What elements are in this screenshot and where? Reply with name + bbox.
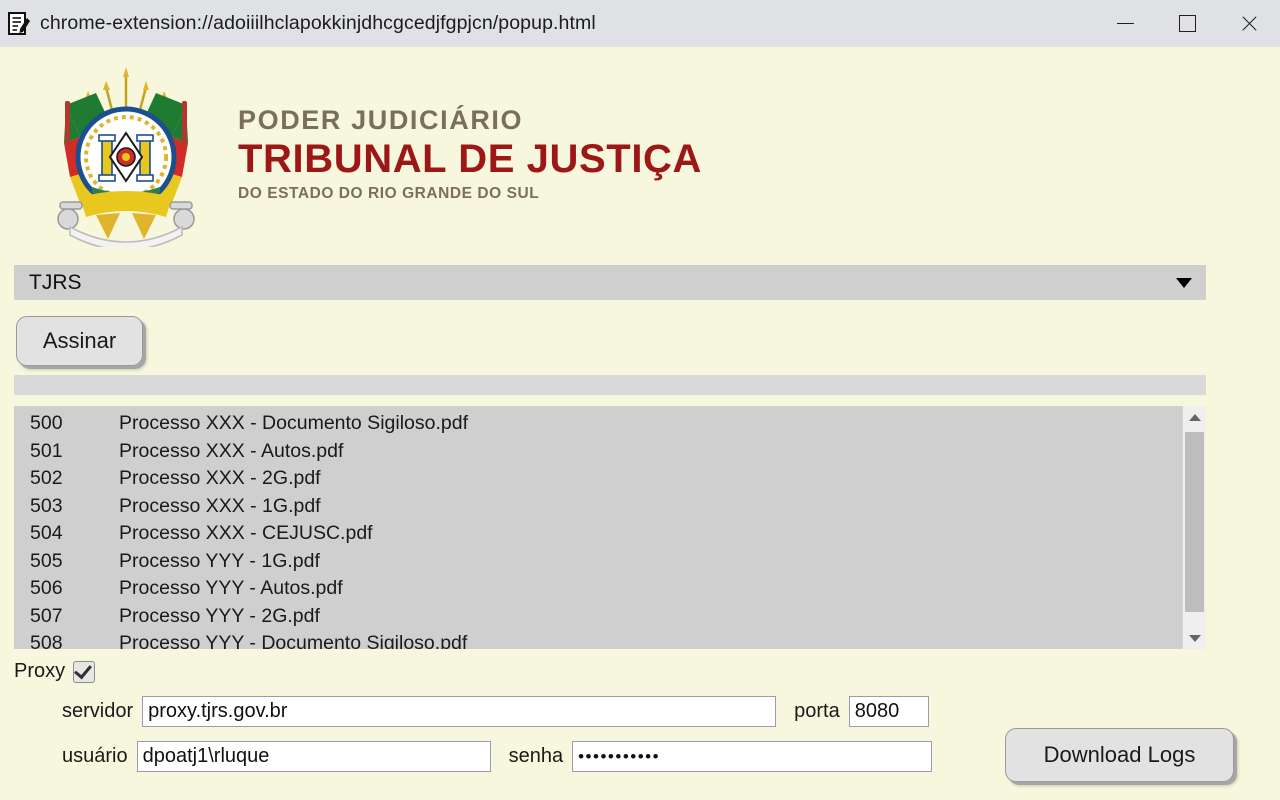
- table-row[interactable]: 500 Processo XXX - Documento Sigiloso.pdf: [14, 410, 1182, 438]
- triangle-up-icon: [1188, 413, 1201, 421]
- minimize-icon: [1116, 23, 1134, 24]
- proxy-credentials-row: usuário dpoatj1\rluque senha •••••••••••: [62, 741, 933, 772]
- document-id: 501: [30, 439, 63, 462]
- table-row[interactable]: 504 Processo XXX - CEJUSC.pdf: [14, 520, 1182, 548]
- extension-popup-window: chrome-extension://adoiiilhclapokkinjdhc…: [0, 0, 1280, 800]
- servidor-label: servidor: [62, 700, 134, 722]
- senha-label: senha: [508, 745, 564, 767]
- porta-input[interactable]: 8080: [848, 696, 929, 727]
- table-row[interactable]: 506 Processo YYY - Autos.pdf: [14, 575, 1182, 603]
- document-name: Processo XXX - Autos.pdf: [119, 439, 344, 462]
- document-name: Processo YYY - Autos.pdf: [119, 577, 343, 600]
- table-row[interactable]: 502 Processo XXX - 2G.pdf: [14, 465, 1182, 493]
- table-row[interactable]: 508 Processo YYY - Documento Sigiloso.pdf: [14, 630, 1182, 649]
- scroll-up-button[interactable]: [1183, 406, 1206, 428]
- documents-list[interactable]: 500 Processo XXX - Documento Sigiloso.pdf…: [14, 406, 1206, 649]
- table-row[interactable]: 507 Processo YYY - 2G.pdf: [14, 603, 1182, 631]
- window-controls: [1094, 0, 1280, 47]
- table-row[interactable]: 501 Processo XXX - Autos.pdf: [14, 438, 1182, 466]
- maximize-icon: [1178, 15, 1196, 32]
- check-icon: [74, 660, 93, 679]
- brand-line-poder-judiciario: PODER JUDICIÁRIO: [238, 105, 524, 135]
- brand-header: PODER JUDICIÁRIO TRIBUNAL DE JUSTIÇA DO …: [0, 47, 1280, 262]
- document-id: 507: [30, 604, 63, 627]
- assinar-button[interactable]: Assinar: [16, 316, 143, 366]
- document-name: Processo XXX - Documento Sigiloso.pdf: [119, 412, 469, 435]
- document-name: Processo YYY - 1G.pdf: [119, 549, 320, 572]
- document-id: 500: [30, 412, 63, 435]
- brand-line-tribunal-de-justica: TRIBUNAL DE JUSTIÇA: [238, 137, 703, 181]
- document-id: 505: [30, 549, 63, 572]
- close-button[interactable]: [1218, 0, 1280, 47]
- court-select-value: TJRS: [29, 270, 82, 294]
- progress-bar: [14, 375, 1206, 395]
- coat-of-arms-icon: [36, 57, 216, 251]
- document-name: Processo XXX - 1G.pdf: [119, 494, 321, 517]
- table-row[interactable]: 503 Processo XXX - 1G.pdf: [14, 493, 1182, 521]
- document-id: 506: [30, 577, 63, 600]
- document-sign-icon: [6, 11, 32, 37]
- document-id: 508: [30, 632, 63, 649]
- document-id: 504: [30, 522, 63, 545]
- window-titlebar: chrome-extension://adoiiilhclapokkinjdhc…: [0, 0, 1280, 47]
- document-id: 502: [30, 467, 63, 490]
- maximize-button[interactable]: [1156, 0, 1218, 47]
- court-select[interactable]: TJRS: [14, 265, 1206, 300]
- window-title: chrome-extension://adoiiilhclapokkinjdhc…: [40, 12, 596, 34]
- scrollbar-thumb[interactable]: [1185, 432, 1204, 612]
- document-id: 503: [30, 494, 63, 517]
- documents-list-viewport: 500 Processo XXX - Documento Sigiloso.pdf…: [14, 406, 1182, 649]
- proxy-label: Proxy: [14, 660, 66, 682]
- senha-input[interactable]: •••••••••••: [572, 741, 933, 772]
- scroll-down-button[interactable]: [1183, 627, 1206, 649]
- brand-text: PODER JUDICIÁRIO TRIBUNAL DE JUSTIÇA DO …: [238, 107, 702, 202]
- proxy-server-row: servidor proxy.tjrs.gov.br porta 8080: [62, 696, 929, 727]
- proxy-checkbox[interactable]: [73, 660, 96, 683]
- minimize-button[interactable]: [1094, 0, 1156, 47]
- usuario-label: usuário: [62, 745, 128, 767]
- download-logs-button[interactable]: Download Logs: [1005, 728, 1234, 782]
- documents-scrollbar[interactable]: [1182, 406, 1206, 649]
- document-name: Processo XXX - 2G.pdf: [119, 467, 321, 490]
- table-row[interactable]: 505 Processo YYY - 1G.pdf: [14, 548, 1182, 576]
- usuario-input[interactable]: dpoatj1\rluque: [136, 741, 491, 772]
- servidor-input[interactable]: proxy.tjrs.gov.br: [142, 696, 777, 727]
- document-name: Processo YYY - 2G.pdf: [119, 604, 320, 627]
- document-name: Processo YYY - Documento Sigiloso.pdf: [119, 632, 468, 649]
- porta-label: porta: [794, 700, 840, 722]
- chevron-down-icon: [1176, 277, 1192, 288]
- close-icon: [1240, 14, 1259, 33]
- brand-line-estado: DO ESTADO DO RIO GRANDE DO SUL: [238, 185, 540, 203]
- triangle-down-icon: [1188, 634, 1201, 642]
- proxy-toggle-row: Proxy: [14, 660, 96, 683]
- document-name: Processo XXX - CEJUSC.pdf: [119, 522, 373, 545]
